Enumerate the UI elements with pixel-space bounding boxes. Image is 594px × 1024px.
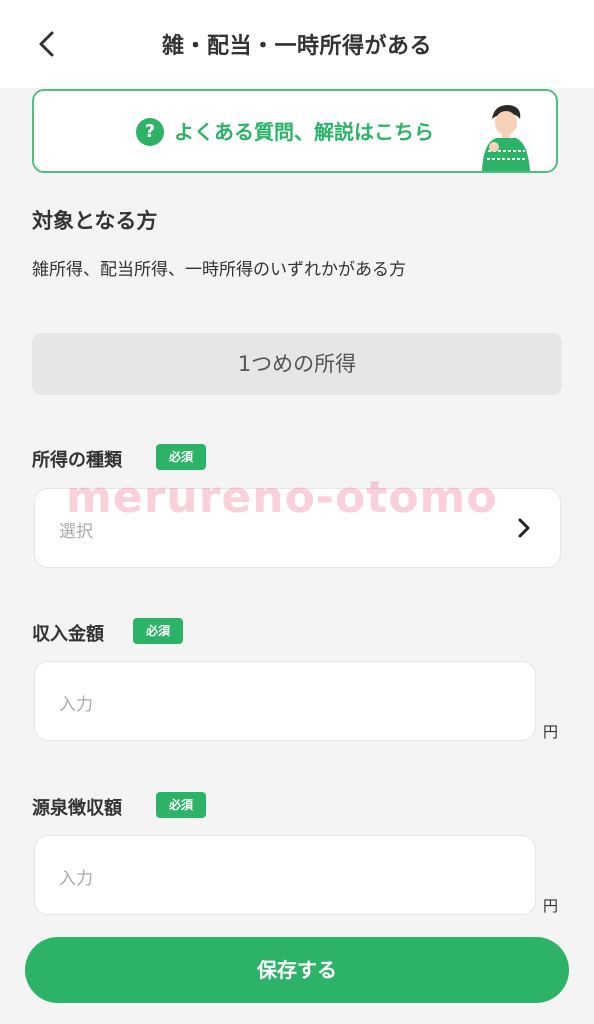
required-badge: 必須 — [133, 618, 183, 644]
withholding-input[interactable]: 入力 — [34, 835, 536, 915]
income-block-header: 1つめの所得 — [32, 333, 562, 395]
save-button[interactable]: 保存する — [25, 937, 569, 1003]
income-amount-input[interactable]: 入力 — [34, 661, 536, 741]
withholding-unit: 円 — [543, 897, 559, 915]
withholding-label: 源泉徴収額 — [32, 798, 122, 819]
income-amount-label: 収入金額 — [32, 624, 104, 645]
header: 雑・配当・一時所得がある — [0, 0, 594, 88]
question-circle-icon: ? — [136, 118, 164, 146]
income-amount-placeholder: 入力 — [59, 695, 93, 715]
page-title: 雑・配当・一時所得がある — [161, 34, 432, 59]
income-type-placeholder: 選択 — [59, 522, 93, 542]
income-amount-unit: 円 — [543, 723, 559, 741]
withholding-placeholder: 入力 — [59, 869, 93, 889]
faq-banner-text: よくある質問、解説はこちら — [174, 120, 434, 144]
income-type-label: 所得の種類 — [32, 450, 122, 471]
required-badge: 必須 — [156, 444, 206, 470]
income-type-select[interactable]: 選択 — [34, 488, 561, 568]
person-illustration — [482, 105, 530, 171]
chevron-right-icon — [518, 518, 530, 538]
target-description: 雑所得、配当所得、一時所得のいずれかがある方 — [32, 260, 406, 280]
target-title: 対象となる方 — [32, 209, 158, 233]
required-badge: 必須 — [156, 792, 206, 818]
faq-banner[interactable]: ? よくある質問、解説はこちら — [32, 89, 558, 173]
